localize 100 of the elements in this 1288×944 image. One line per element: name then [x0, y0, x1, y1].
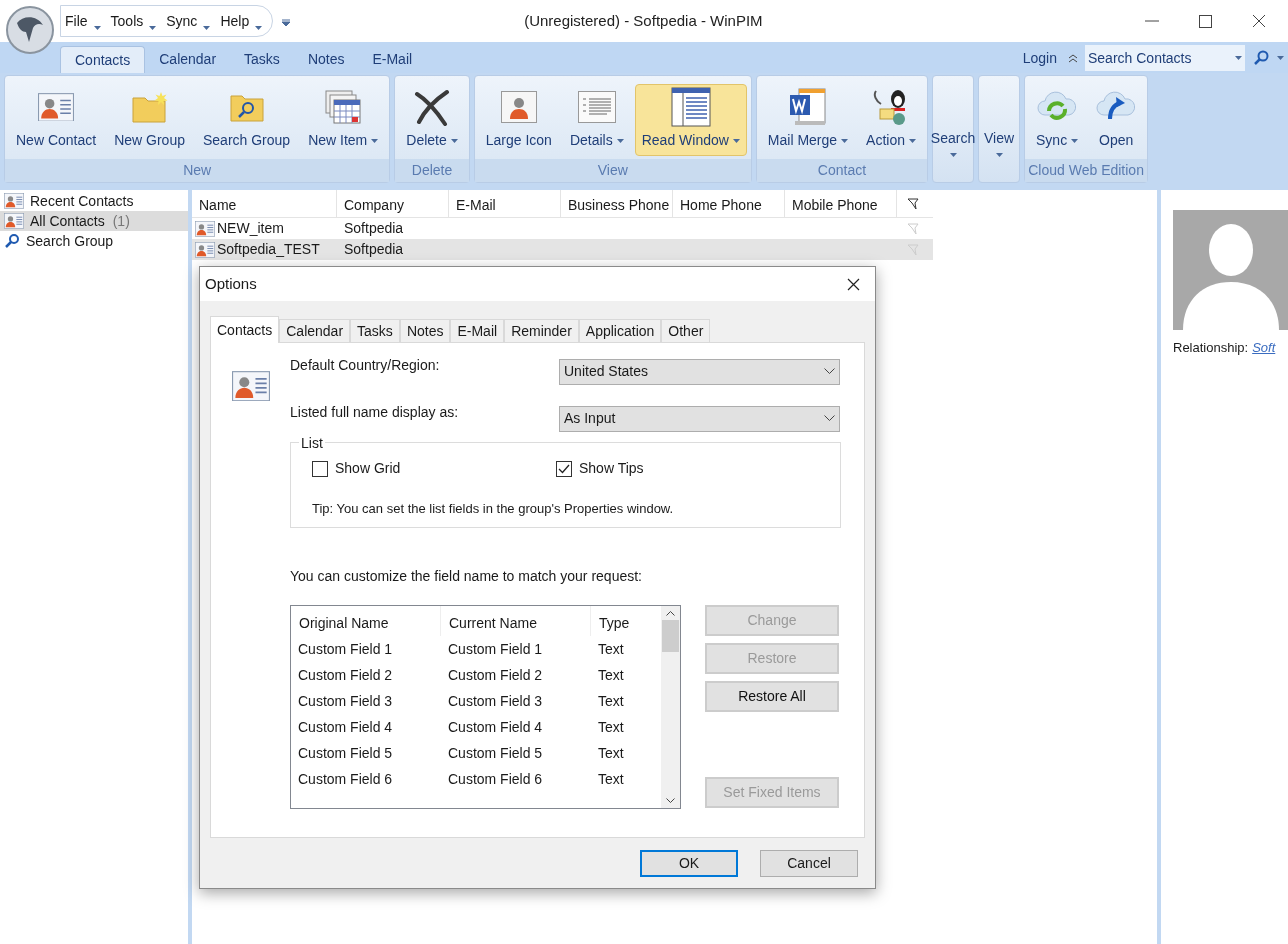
dialog-title: Options — [205, 273, 257, 294]
ribbon-button[interactable]: Open — [1089, 84, 1144, 156]
table-cell-text: Text — [597, 743, 624, 763]
ribbon-button[interactable]: Search Group — [195, 84, 298, 156]
dropdown-field[interactable]: As Input — [559, 405, 840, 432]
word-document-icon — [789, 87, 827, 127]
caret-icon — [255, 25, 263, 30]
dialog-tab[interactable]: Notes — [399, 319, 451, 342]
menu-item[interactable]: Help — [220, 10, 263, 32]
sidebar-item[interactable]: All Contacts (1) — [0, 211, 188, 231]
ribbon-button[interactable]: Sync — [1029, 84, 1086, 156]
checkbox-label: Show Grid — [335, 459, 401, 478]
table-cell-text: Text — [597, 639, 624, 659]
table-cell-text: Text — [597, 691, 624, 711]
column-header[interactable]: Name — [192, 190, 337, 217]
customize-hint: You can customize the field name to match your request: — [290, 567, 643, 586]
ribbon-button[interactable]: New Group — [107, 84, 192, 156]
column-header[interactable]: E-Mail — [449, 190, 561, 217]
dialog-button[interactable]: Restore All — [705, 681, 839, 712]
reading-pane-icon — [670, 87, 711, 127]
search-icon — [4, 233, 20, 249]
dialog-tab[interactable]: Contacts — [210, 316, 280, 343]
close-icon[interactable] — [847, 277, 860, 291]
ribbon-tab[interactable]: Tasks — [230, 46, 294, 73]
menu-item[interactable]: Tools — [110, 10, 157, 32]
sidebar-item[interactable]: Search Group — [0, 231, 188, 251]
column-header[interactable]: Mobile Phone — [785, 190, 897, 217]
chevron-down-icon — [824, 368, 835, 375]
ribbon-tab[interactable]: Calendar — [145, 46, 231, 73]
table-cell-text: Custom Field 1 — [447, 639, 544, 659]
calendar-icon — [325, 90, 362, 124]
dialog-tab[interactable]: E-Mail — [450, 319, 505, 342]
table-cell-text: Softpedia — [343, 240, 404, 259]
table-cell-text: Text — [597, 665, 624, 685]
dropdown-field[interactable]: United States — [559, 358, 840, 385]
ribbon-button[interactable]: Mail Merge — [760, 84, 856, 156]
scroll-up-icon[interactable] — [666, 610, 675, 616]
ribbon-button[interactable]: Delete — [399, 84, 465, 156]
column-header[interactable]: Company — [337, 190, 449, 217]
dialog-tab[interactable]: Tasks — [350, 319, 400, 342]
ribbon-tab[interactable]: E-Mail — [358, 46, 427, 73]
caret-icon — [1277, 55, 1284, 60]
table-cell-text: Custom Field 2 — [297, 665, 394, 685]
checkbox[interactable] — [312, 460, 328, 477]
menu-item[interactable]: Sync — [166, 10, 211, 32]
dialog-tab[interactable]: Application — [578, 319, 662, 342]
field-label: Listed full name display as: — [290, 403, 459, 422]
dialog-tab[interactable]: Calendar — [279, 319, 351, 342]
ribbon-button[interactable]: New Item — [301, 84, 386, 156]
scroll-down-icon[interactable] — [666, 798, 675, 804]
caret-icon — [203, 25, 211, 30]
column-header[interactable]: Business Phone — [561, 190, 673, 217]
ribbon-button[interactable]: Action — [859, 84, 924, 156]
column-header[interactable]: Home Phone — [673, 190, 785, 217]
search-icon[interactable] — [1253, 49, 1269, 66]
menu-item[interactable]: File — [65, 10, 101, 32]
column-header[interactable]: Current Name — [441, 606, 591, 636]
table-cell-text: Text — [597, 717, 624, 737]
ribbon-menu-button[interactable]: View — [978, 75, 1021, 183]
caret-icon — [1235, 55, 1242, 60]
ribbon-button[interactable]: New Contact — [9, 84, 104, 156]
ribbon-tab[interactable]: Contacts — [60, 46, 146, 73]
table-cell-text: Softpedia_TEST — [217, 240, 320, 259]
ribbon-group-label: Cloud Web Edition — [1025, 159, 1148, 182]
contact-card-icon — [232, 371, 270, 402]
ribbon-tab[interactable]: Notes — [293, 46, 359, 73]
field-label: Default Country/Region: — [290, 356, 440, 375]
table-row[interactable]: Softpedia_TEST Softpedia — [192, 239, 933, 260]
person-icon — [500, 91, 537, 123]
table-cell-text: Custom Field 5 — [447, 743, 544, 763]
login-link[interactable]: Login — [1022, 48, 1057, 69]
search-field[interactable]: Search Contacts — [1085, 44, 1235, 71]
close-icon[interactable] — [1252, 14, 1266, 28]
chevron-down-icon — [824, 415, 835, 422]
ribbon-button[interactable]: Large Icon — [478, 84, 559, 156]
relationship-link[interactable]: Soft — [1252, 338, 1276, 358]
table-cell-text: Custom Field 6 — [297, 769, 394, 789]
checkbox[interactable] — [556, 460, 572, 477]
table-row[interactable]: NEW_item Softpedia — [192, 218, 933, 239]
collapse-ribbon-icon[interactable] — [1067, 52, 1079, 63]
tip-text: Tip: You can set the list fields in the group's Properties window. — [312, 500, 675, 518]
dialog-button[interactable]: OK — [640, 850, 738, 877]
list-details-icon — [577, 91, 616, 123]
ribbon-menu-button[interactable]: Search — [932, 75, 975, 183]
dialog-tab[interactable]: Other — [661, 319, 711, 342]
customize-toolbar-icon[interactable] — [281, 19, 292, 27]
column-header[interactable]: Type — [591, 606, 661, 636]
ribbon-group-label: Delete — [395, 159, 469, 182]
scrollbar[interactable] — [661, 606, 680, 808]
table-cell-text: Custom Field 3 — [297, 691, 394, 711]
dialog-button[interactable]: Cancel — [760, 850, 858, 877]
dialog-tab[interactable]: Reminder — [504, 319, 579, 342]
ribbon-group-label: New — [5, 159, 390, 182]
sidebar-item[interactable]: Recent Contacts — [0, 191, 188, 211]
ribbon-button[interactable]: Read Window — [634, 84, 747, 156]
ribbon-button[interactable]: Details — [562, 84, 631, 156]
column-header[interactable]: Original Name — [291, 606, 441, 636]
scrollbar-thumb[interactable] — [662, 620, 679, 652]
contact-card-icon — [38, 92, 75, 122]
maximize-icon[interactable] — [1199, 14, 1212, 28]
